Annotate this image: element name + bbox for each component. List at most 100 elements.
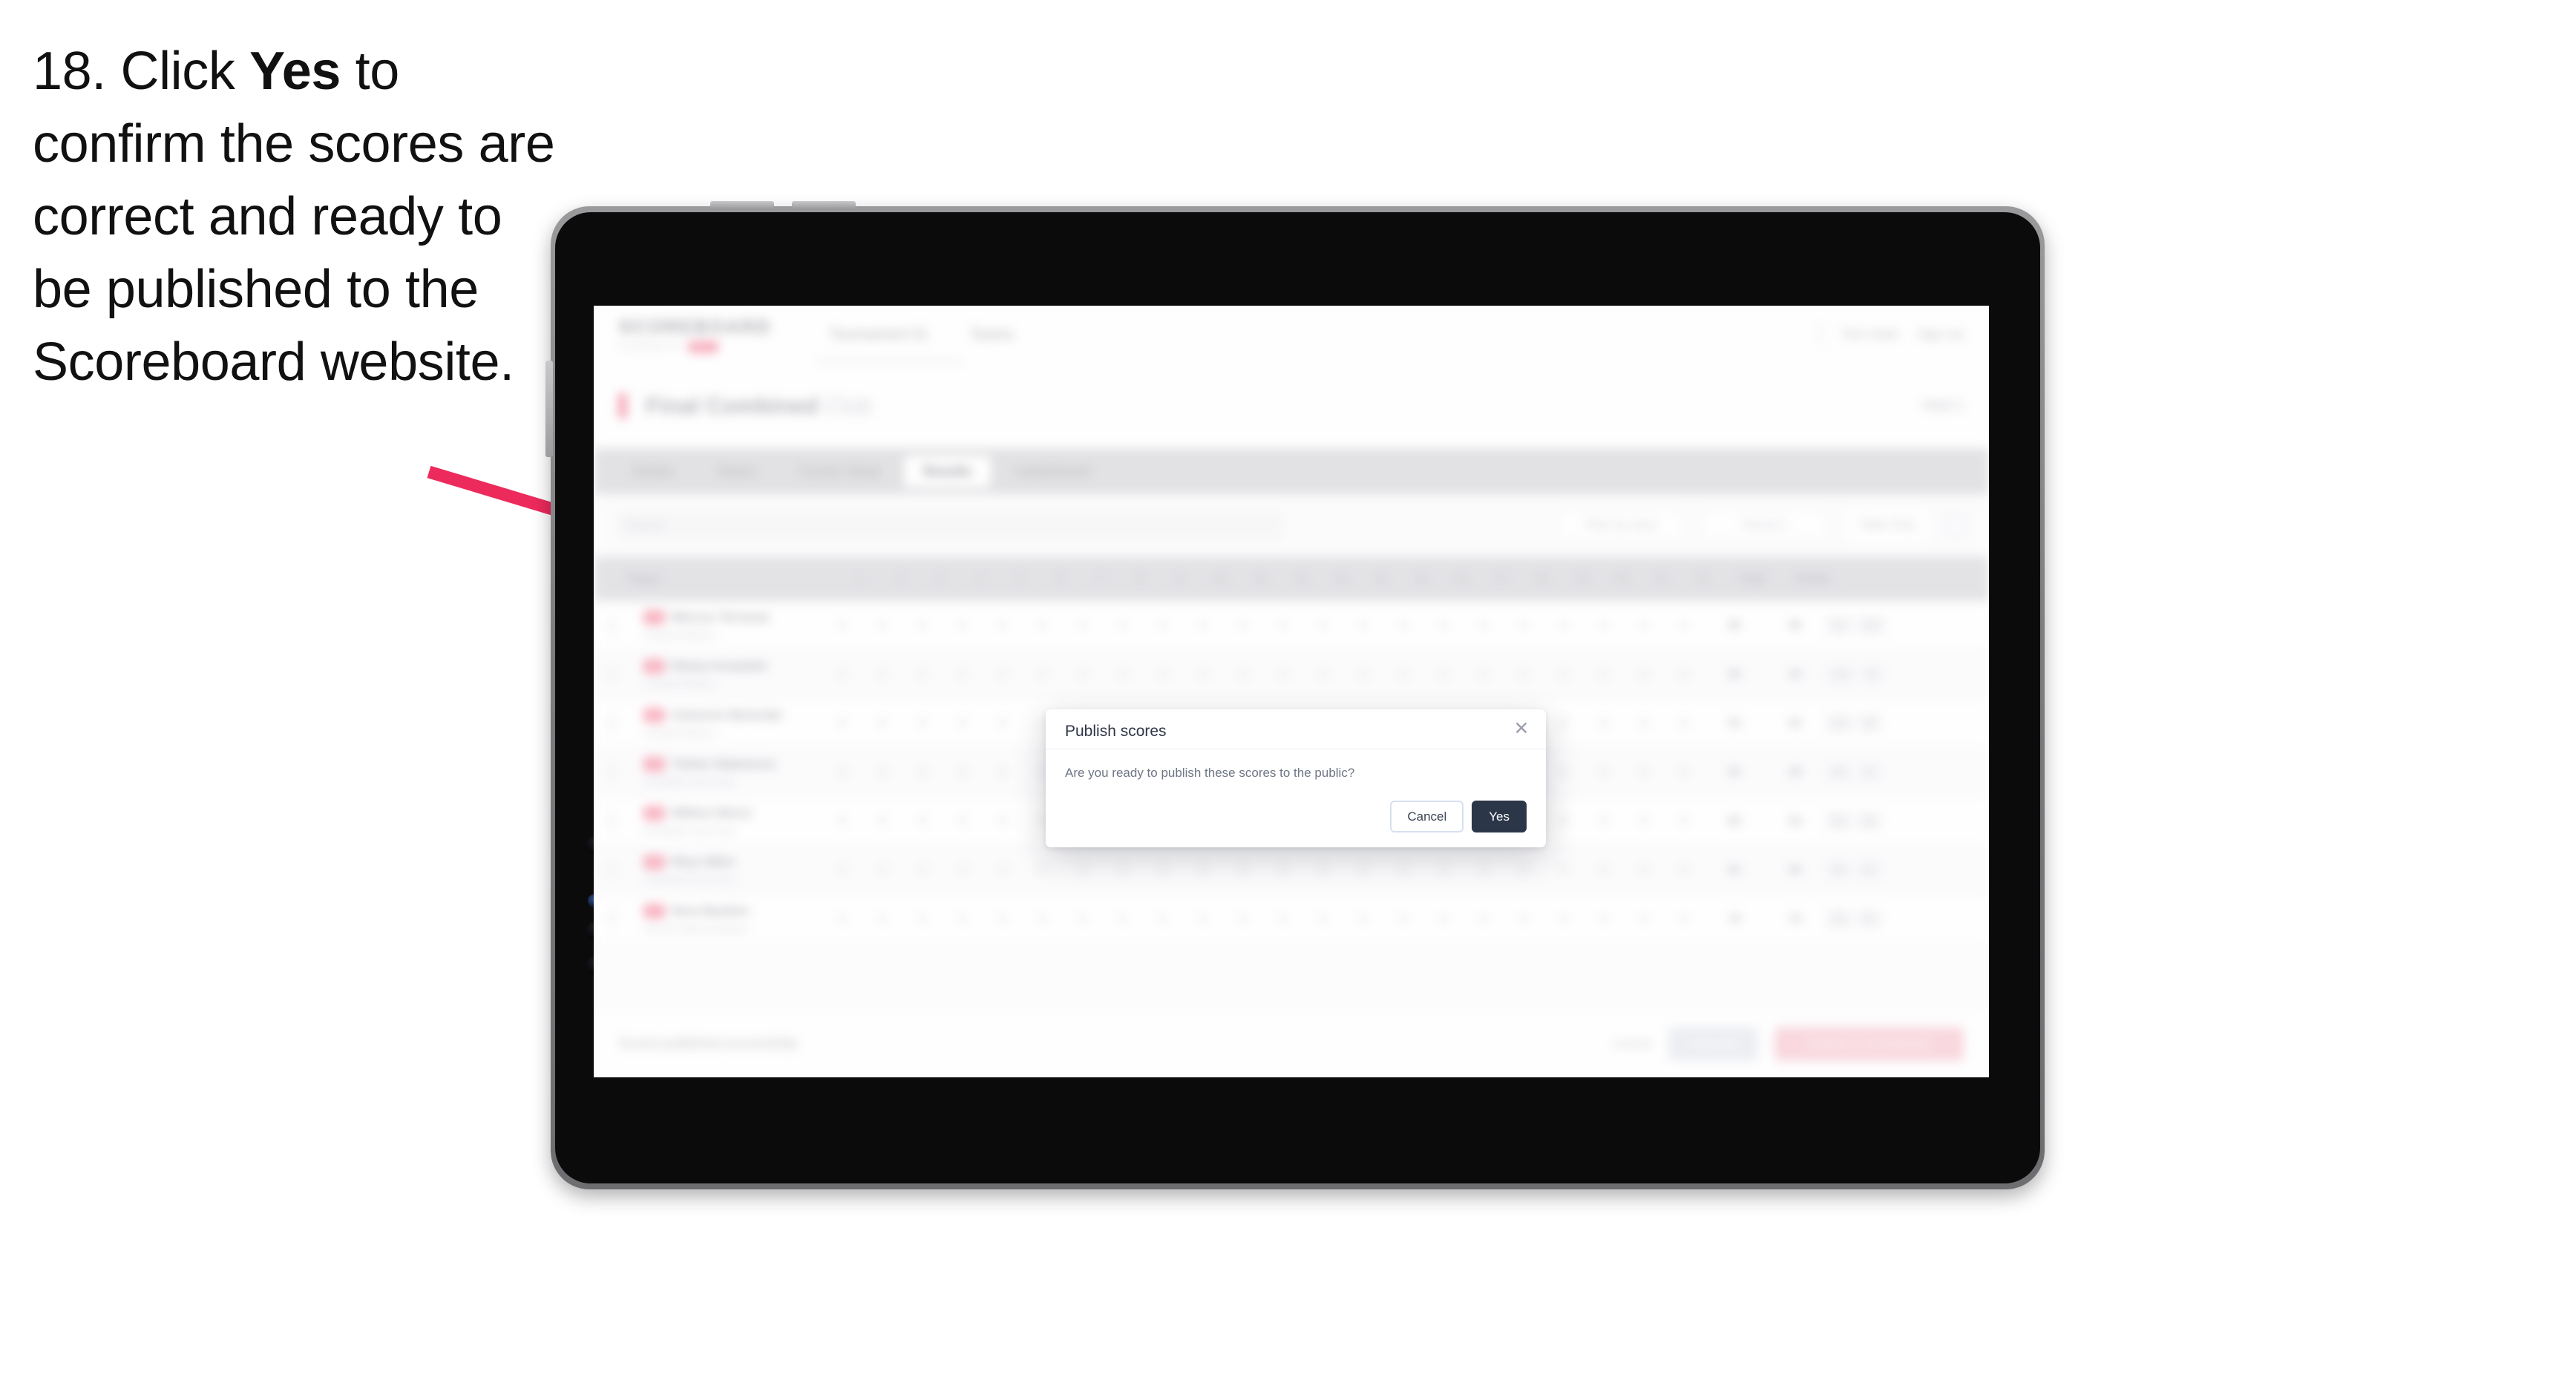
score-cell[interactable]: 0: [1624, 766, 1664, 778]
score-cell[interactable]: 0: [902, 717, 943, 729]
brand-logo[interactable]: SCOREBOARD POWERED BY BETA: [619, 317, 772, 352]
score-cell[interactable]: 0: [1664, 815, 1704, 827]
checkbox-icon[interactable]: [610, 910, 613, 927]
row-checkbox[interactable]: [610, 763, 644, 780]
score-cell[interactable]: 0: [1063, 619, 1103, 631]
score-cell[interactable]: 0: [1303, 913, 1343, 925]
filter-class-select[interactable]: Filter by class: [1557, 509, 1685, 542]
score-cell[interactable]: 0: [1023, 619, 1063, 631]
save-all-button[interactable]: Save all: [1668, 1026, 1758, 1061]
score-cell[interactable]: 0: [822, 766, 862, 778]
score-cell[interactable]: 0: [1303, 864, 1343, 876]
score-cell[interactable]: 0: [943, 815, 983, 827]
score-cell[interactable]: 0: [1103, 913, 1143, 925]
page-heat-label[interactable]: Heat 1: [1922, 398, 1964, 414]
score-cell[interactable]: 0: [862, 864, 902, 876]
score-cell[interactable]: 0: [1664, 668, 1704, 680]
score-cell[interactable]: 0: [1584, 913, 1624, 925]
volume-up-button[interactable]: [710, 201, 774, 208]
score-cell[interactable]: 0: [1504, 619, 1544, 631]
table-row[interactable]: 06 Rhys Mihn Northfield Track Club 0 0 0 0 0 0 0 0…: [594, 846, 1989, 895]
score-cell[interactable]: 0: [1143, 619, 1183, 631]
score-cell[interactable]: 0: [1263, 668, 1303, 680]
score-cell[interactable]: 0: [1343, 668, 1383, 680]
score-cell[interactable]: 0: [1544, 717, 1584, 729]
score-cell[interactable]: 0: [822, 619, 862, 631]
score-cell[interactable]: 0: [1624, 668, 1664, 680]
row-checkbox[interactable]: [610, 812, 644, 829]
round-select[interactable]: Round 1: [1701, 509, 1829, 542]
score-cell[interactable]: 0: [1584, 864, 1624, 876]
user-name-link[interactable]: Tom Clark: [1841, 327, 1898, 342]
nav-item-teams[interactable]: Teams: [970, 326, 1014, 344]
checkbox-icon[interactable]: [610, 763, 613, 780]
sign-out-link[interactable]: Sign out: [1918, 327, 1964, 342]
score-cell[interactable]: 0: [1664, 717, 1704, 729]
table-row[interactable]: 07 Nora Bastien Summit Valley Academy 0 0 0 0 0…: [594, 895, 1989, 944]
score-cell[interactable]: 0: [1544, 864, 1584, 876]
tab-teams[interactable]: Teams: [697, 456, 775, 487]
score-cell[interactable]: 0: [1223, 913, 1263, 925]
score-cell[interactable]: 0: [1584, 766, 1624, 778]
score-cell[interactable]: 0: [1624, 815, 1664, 827]
score-cell[interactable]: 0: [1143, 913, 1183, 925]
score-cell[interactable]: 0: [943, 717, 983, 729]
score-cell[interactable]: 0: [1544, 913, 1584, 925]
close-icon[interactable]: ✕: [1512, 719, 1531, 738]
score-cell[interactable]: 0: [1464, 619, 1504, 631]
score-cell[interactable]: 0: [1383, 619, 1423, 631]
score-cell[interactable]: 0: [1544, 766, 1584, 778]
checkbox-icon[interactable]: [610, 861, 613, 878]
score-cell[interactable]: 0: [902, 668, 943, 680]
score-cell[interactable]: 0: [1263, 913, 1303, 925]
tab-results[interactable]: Results: [904, 455, 992, 487]
score-cell[interactable]: 0: [1624, 913, 1664, 925]
score-cell[interactable]: 0: [862, 766, 902, 778]
score-cell[interactable]: 0: [1343, 913, 1383, 925]
score-cell[interactable]: 0: [1423, 913, 1464, 925]
score-cell[interactable]: 0: [943, 864, 983, 876]
score-cell[interactable]: 0: [1063, 913, 1103, 925]
checkbox-icon[interactable]: [610, 812, 613, 829]
grid-icon[interactable]: [1944, 514, 1967, 536]
score-cell[interactable]: 0: [1183, 619, 1223, 631]
score-cell[interactable]: 0: [1584, 668, 1624, 680]
score-cell[interactable]: 0: [1223, 864, 1263, 876]
power-button[interactable]: [545, 361, 553, 457]
score-cell[interactable]: 0: [1063, 864, 1103, 876]
score-cell[interactable]: 0: [1584, 815, 1624, 827]
score-cell[interactable]: 0: [902, 864, 943, 876]
score-cell[interactable]: 0: [822, 717, 862, 729]
score-cell[interactable]: 0: [1544, 619, 1584, 631]
score-cell[interactable]: 0: [862, 913, 902, 925]
search-input[interactable]: Search: [616, 510, 1284, 540]
score-cell[interactable]: 0: [983, 864, 1023, 876]
score-cell[interactable]: 0: [1544, 815, 1584, 827]
score-cell[interactable]: 0: [983, 717, 1023, 729]
footer-cancel-link[interactable]: Cancel: [1613, 1037, 1652, 1051]
score-cell[interactable]: 0: [1464, 668, 1504, 680]
table-row[interactable]: 02 Eliana Kowalski Coastal Athletics 0 0 0 0 0 0…: [594, 650, 1989, 699]
score-cell[interactable]: 0: [1023, 864, 1063, 876]
score-cell[interactable]: 0: [1303, 619, 1343, 631]
score-cell[interactable]: 0: [1664, 913, 1704, 925]
score-cell[interactable]: 0: [862, 717, 902, 729]
score-cell[interactable]: 0: [902, 766, 943, 778]
publish-to-scoreboard-button[interactable]: Publish to Scoreboard: [1774, 1026, 1964, 1061]
score-cell[interactable]: 0: [983, 913, 1023, 925]
score-cell[interactable]: 0: [1464, 864, 1504, 876]
score-cell[interactable]: 0: [943, 619, 983, 631]
score-cell[interactable]: 0: [943, 766, 983, 778]
score-cell[interactable]: 0: [1504, 668, 1544, 680]
score-cell[interactable]: 0: [1183, 668, 1223, 680]
row-checkbox[interactable]: [610, 617, 644, 633]
score-cell[interactable]: 0: [943, 668, 983, 680]
score-cell[interactable]: 0: [1263, 619, 1303, 631]
checkbox-icon[interactable]: [610, 715, 613, 731]
score-cell[interactable]: 0: [983, 815, 1023, 827]
score-cell[interactable]: 0: [1063, 668, 1103, 680]
score-cell[interactable]: 0: [1624, 717, 1664, 729]
score-cell[interactable]: 0: [1023, 913, 1063, 925]
row-checkbox[interactable]: [610, 715, 644, 731]
score-cell[interactable]: 0: [1343, 619, 1383, 631]
